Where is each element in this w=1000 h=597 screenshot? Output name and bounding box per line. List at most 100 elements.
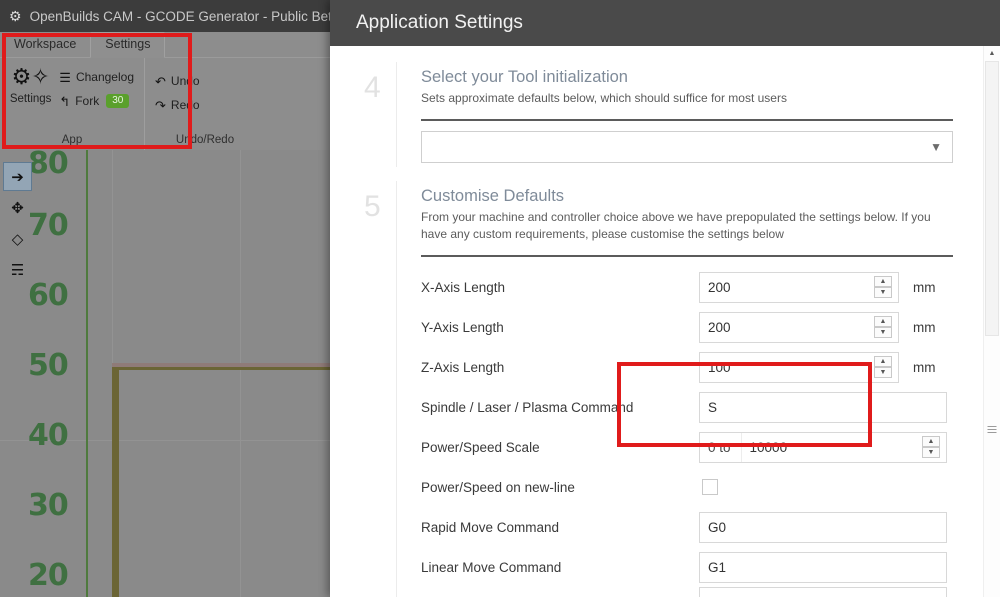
list-icon: ☰ — [59, 69, 71, 85]
field-row-z-axis-length: Z-Axis Length 100 ▲ ▼ mm — [421, 347, 953, 387]
field-value: 100 — [708, 359, 731, 375]
ruler-label: 30 — [28, 488, 69, 523]
fork-icon: ↰ — [59, 93, 71, 109]
ruler-label: 40 — [28, 418, 69, 453]
stepper-arrows-icon[interactable]: ▲ ▼ — [874, 316, 892, 338]
field-unit: mm — [913, 359, 936, 375]
power-speed-newline-checkbox[interactable] — [702, 479, 718, 495]
pan-tool[interactable]: ✥ — [3, 193, 32, 222]
redo-arrow-icon: ↷ — [155, 97, 166, 113]
settings-button[interactable]: ⚙✧ Settings — [6, 62, 55, 106]
dialog-header: Application Settings — [330, 0, 1000, 46]
settings-button-label: Settings — [9, 93, 52, 105]
ruler-icon: ☴ — [10, 261, 25, 279]
y-axis-line — [86, 150, 88, 597]
ribbon-group-undo-redo-label: Undo/Redo — [175, 134, 235, 146]
field-unit: mm — [913, 319, 936, 335]
field-label: Y-Axis Length — [421, 319, 504, 335]
step-number: 5 — [364, 190, 381, 223]
field-label: Z-Axis Length — [421, 359, 505, 375]
stepper-arrows-icon[interactable]: ▲ ▼ — [874, 356, 892, 378]
ribbon-group-app-label: App — [61, 134, 83, 146]
fork-count-badge: 30 — [106, 94, 130, 108]
field-value: 10000 — [749, 439, 788, 455]
redo-button[interactable]: ↷ Redo — [151, 94, 204, 116]
fork-label: Fork — [75, 94, 100, 108]
undo-label: Undo — [170, 74, 200, 88]
stock-top-edge — [112, 363, 340, 367]
select-tool[interactable]: ➔ — [3, 162, 32, 191]
ruler-label: 70 — [28, 208, 69, 243]
ribbon-body: ⚙✧ Settings ☰ Changelog ↰ Fork 30 App ↶ … — [0, 58, 340, 150]
tab-settings[interactable]: Settings — [90, 32, 166, 58]
stepper-arrows-icon[interactable]: ▲ ▼ — [922, 436, 940, 458]
scrollbar-thumb[interactable] — [985, 61, 999, 336]
ribbon-group-app: ⚙✧ Settings ☰ Changelog ↰ Fork 30 App — [0, 58, 145, 150]
gears-icon: ⚙✧ — [11, 64, 50, 89]
undo-arrow-icon: ↶ — [155, 73, 166, 89]
field-row-linear-move-command: Linear Move Command G1 — [421, 547, 953, 587]
scrollbar-grip-icon — [987, 426, 997, 434]
section-divider — [421, 255, 953, 257]
dialog-title: Application Settings — [356, 12, 523, 33]
section-customise-defaults: 5 Customise Defaults From your machine a… — [330, 167, 983, 597]
field-row-x-axis-length: X-Axis Length 200 ▲ ▼ mm — [421, 267, 953, 307]
stock-outline — [112, 363, 340, 597]
z-axis-length-input[interactable]: 100 ▲ ▼ — [699, 351, 899, 383]
application-settings-dialog: Application Settings 4 Select your Tool … — [330, 0, 1000, 597]
section-description: From your machine and controller choice … — [421, 210, 931, 241]
field-row-power-speed-scale: Power/Speed Scale 0 to 10000 ▲ ▼ — [421, 427, 953, 467]
rapid-move-command-input[interactable]: G0 — [699, 511, 947, 543]
field-row-rapid-move-command: Rapid Move Command G0 — [421, 507, 953, 547]
ribbon: Workspace Settings ⚙✧ Settings ☰ Changel… — [0, 32, 340, 150]
cursor-arrow-icon: ➔ — [11, 168, 24, 186]
field-label: Power/Speed on new-line — [421, 479, 575, 495]
field-row-power-speed-newline: Power/Speed on new-line — [421, 467, 953, 507]
stepper-arrows-icon[interactable]: ▲ ▼ — [874, 276, 892, 298]
section-description: Sets approximate defaults below, which s… — [421, 91, 787, 105]
power-speed-prefix: 0 to — [700, 432, 742, 462]
ribbon-tabstrip: Workspace Settings — [0, 32, 340, 58]
field-value: 200 — [708, 279, 731, 295]
field-value: 200 — [708, 319, 731, 335]
field-label: X-Axis Length — [421, 279, 506, 295]
dialog-body: 4 Select your Tool initialization Sets a… — [330, 46, 1000, 597]
redo-label: Redo — [170, 98, 200, 112]
x-axis-length-input[interactable]: 200 ▲ ▼ — [699, 271, 899, 303]
eraser-icon: ◇ — [11, 230, 24, 248]
start-gcode-textarea[interactable]: For example M4 G28 G90 M80 - — [699, 587, 947, 597]
field-label: Linear Move Command — [421, 559, 562, 575]
power-speed-scale-input[interactable]: 0 to 10000 ▲ ▼ — [699, 431, 947, 463]
scroll-up-arrow-icon[interactable]: ▲ — [984, 46, 1000, 61]
undo-button[interactable]: ↶ Undo — [151, 70, 204, 92]
field-label: Rapid Move Command — [421, 519, 560, 535]
ruler-label: 80 — [28, 150, 69, 181]
field-row-spindle-command: Spindle / Laser / Plasma Command S — [421, 387, 953, 427]
linear-move-command-input[interactable]: G1 — [699, 551, 947, 583]
tool-initialization-select-wrap: ▼ — [421, 131, 953, 163]
changelog-button[interactable]: ☰ Changelog — [55, 66, 138, 88]
ruler-label: 20 — [28, 558, 69, 593]
app-gear-icon: ⚙ — [9, 8, 22, 24]
fork-button[interactable]: ↰ Fork 30 — [55, 90, 138, 112]
field-row-start-gcode: Start G-Code For example M4 G28 G90 M80 … — [421, 587, 953, 597]
section-divider — [421, 119, 953, 121]
settings-scroll-area: 4 Select your Tool initialization Sets a… — [330, 46, 983, 597]
field-label: Spindle / Laser / Plasma Command — [421, 399, 634, 415]
field-unit: mm — [913, 279, 936, 295]
window-titlebar: ⚙ OpenBuilds CAM - GCODE Generator - Pub… — [0, 0, 340, 32]
workspace-canvas[interactable]: 80 70 60 50 40 30 20 — [0, 150, 340, 597]
tool-palette: ➔ ✥ ◇ ☴ — [3, 162, 32, 284]
section-title: Customise Defaults — [421, 187, 565, 205]
eraser-tool[interactable]: ◇ — [3, 224, 32, 253]
section-title: Select your Tool initialization — [421, 68, 628, 86]
field-label: Power/Speed Scale — [421, 439, 540, 455]
y-axis-length-input[interactable]: 200 ▲ ▼ — [699, 311, 899, 343]
tool-initialization-select[interactable] — [421, 131, 953, 163]
move-cross-icon: ✥ — [11, 199, 24, 217]
settings-scrollbar[interactable]: ▲ — [983, 46, 1000, 597]
tab-workspace[interactable]: Workspace — [0, 33, 90, 57]
measure-tool[interactable]: ☴ — [3, 255, 32, 284]
window-title: OpenBuilds CAM - GCODE Generator - Publi… — [29, 8, 340, 24]
spindle-command-input[interactable]: S — [699, 391, 947, 423]
